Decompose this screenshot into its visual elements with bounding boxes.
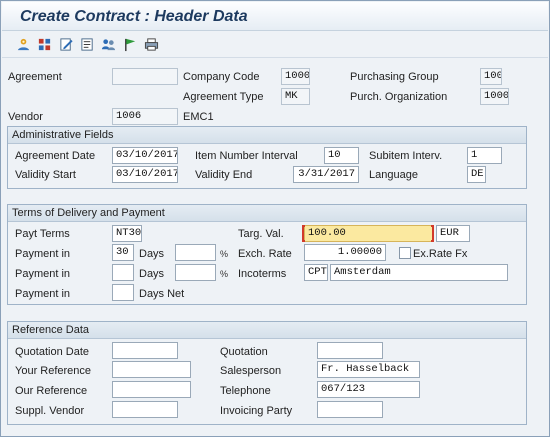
exch-rate-fixed-checkbox[interactable] — [399, 247, 411, 259]
payment-days-2-field[interactable] — [112, 264, 134, 281]
incoterms-code-field[interactable]: CPT — [304, 264, 328, 281]
days-1-label: Days — [139, 248, 165, 260]
your-reference-label: Your Reference — [15, 365, 92, 377]
incoterms-place-field[interactable]: Amsterdam — [330, 264, 508, 281]
agreement-type-label: Agreement Type — [183, 91, 264, 103]
percent-1-sign: % — [220, 249, 229, 259]
invoicing-party-label: Invoicing Party — [220, 405, 293, 417]
suppl-vendor-field[interactable] — [112, 401, 178, 418]
validity-start-field[interactable]: 03/10/2017 — [112, 166, 178, 183]
conditions-icon[interactable] — [79, 36, 96, 53]
texts-icon[interactable] — [58, 36, 75, 53]
focus-marker-right — [431, 225, 434, 242]
your-reference-field[interactable] — [112, 361, 191, 378]
item-interval-field[interactable]: 10 — [324, 147, 359, 164]
language-field[interactable]: DE — [467, 166, 486, 183]
agreement-type-field[interactable]: MK — [281, 88, 310, 105]
quotation-field[interactable] — [317, 342, 383, 359]
purch-org-label: Purch. Organization — [350, 91, 448, 103]
payment-in-3-label: Payment in — [15, 288, 71, 300]
invoicing-party-field[interactable] — [317, 401, 383, 418]
language-label: Language — [369, 169, 418, 181]
quotation-date-label: Quotation Date — [15, 346, 89, 358]
subitem-interval-label: Subitem Interv. — [369, 150, 443, 162]
salesperson-field[interactable]: Fr. Hasselback — [317, 361, 420, 378]
targ-val-label: Targ. Val. — [238, 228, 284, 240]
our-reference-label: Our Reference — [15, 385, 88, 397]
admin-fields-header: Administrative Fields — [8, 127, 526, 144]
days-net-label: Days Net — [139, 288, 185, 300]
vendor-label: Vendor — [8, 111, 43, 123]
payment-in-2-label: Payment in — [15, 268, 71, 280]
validity-end-label: Validity End — [195, 169, 253, 181]
sap-window: Create Contract : Header Data Agreement … — [0, 0, 550, 437]
quotation-label: Quotation — [220, 346, 268, 358]
agreement-date-field[interactable]: 03/10/2017 — [112, 147, 178, 164]
target-value-field[interactable]: 100.00 — [304, 225, 434, 242]
company-code-label: Company Code — [183, 71, 260, 83]
subitem-interval-field[interactable]: 1 — [467, 147, 502, 164]
agreement-label: Agreement — [8, 71, 62, 83]
page-title: Create Contract : Header Data — [20, 8, 248, 25]
percent-2-sign: % — [220, 269, 229, 279]
currency-field[interactable]: EUR — [436, 225, 470, 242]
our-reference-field[interactable] — [112, 381, 191, 398]
print-icon[interactable] — [143, 36, 160, 53]
agreement-date-label: Agreement Date — [15, 150, 96, 162]
purchasing-group-label: Purchasing Group — [350, 71, 439, 83]
payment-days-3-field[interactable] — [112, 284, 134, 301]
application-toolbar — [2, 32, 548, 58]
item-interval-label: Item Number Interval — [195, 150, 298, 162]
exch-rate-label: Exch. Rate — [238, 248, 292, 260]
suppl-vendor-label: Suppl. Vendor — [15, 405, 85, 417]
salesperson-label: Salesperson — [220, 365, 282, 377]
purch-org-field[interactable]: 1000 — [480, 88, 509, 105]
org-data-icon[interactable] — [36, 36, 53, 53]
exch-rate-fixed-label: Ex.Rate Fx — [413, 248, 468, 260]
incoterms-label: Incoterms — [238, 268, 287, 280]
agreement-field[interactable] — [112, 68, 178, 85]
payt-terms-label: Payt Terms — [15, 228, 70, 240]
validity-end-field[interactable]: 3/31/2017 — [293, 166, 359, 183]
telephone-field[interactable]: 067/123 — [317, 381, 420, 398]
title-bar: Create Contract : Header Data — [2, 2, 548, 31]
exch-rate-field[interactable]: 1.00000 — [304, 244, 386, 261]
company-code-field[interactable]: 1000 — [281, 68, 310, 85]
reference-data-header: Reference Data — [8, 322, 526, 339]
purchasing-group-field[interactable]: 100 — [480, 68, 502, 85]
vendor-name: EMC1 — [183, 111, 214, 123]
payt-terms-field[interactable]: NT30 — [112, 225, 142, 242]
partners-icon[interactable] — [15, 36, 32, 53]
validity-start-label: Validity Start — [15, 169, 76, 181]
flag-icon[interactable] — [122, 36, 139, 53]
percent-1-field[interactable] — [175, 244, 216, 261]
quotation-date-field[interactable] — [112, 342, 178, 359]
delivery-payment-header: Terms of Delivery and Payment — [8, 205, 526, 222]
payment-in-1-label: Payment in — [15, 248, 71, 260]
address-icon[interactable] — [100, 36, 117, 53]
days-2-label: Days — [139, 268, 165, 280]
payment-days-1-field[interactable]: 30 — [112, 244, 134, 261]
vendor-field[interactable]: 1006 — [112, 108, 178, 125]
telephone-label: Telephone — [220, 385, 271, 397]
focus-marker-left — [302, 225, 305, 242]
percent-2-field[interactable] — [175, 264, 216, 281]
